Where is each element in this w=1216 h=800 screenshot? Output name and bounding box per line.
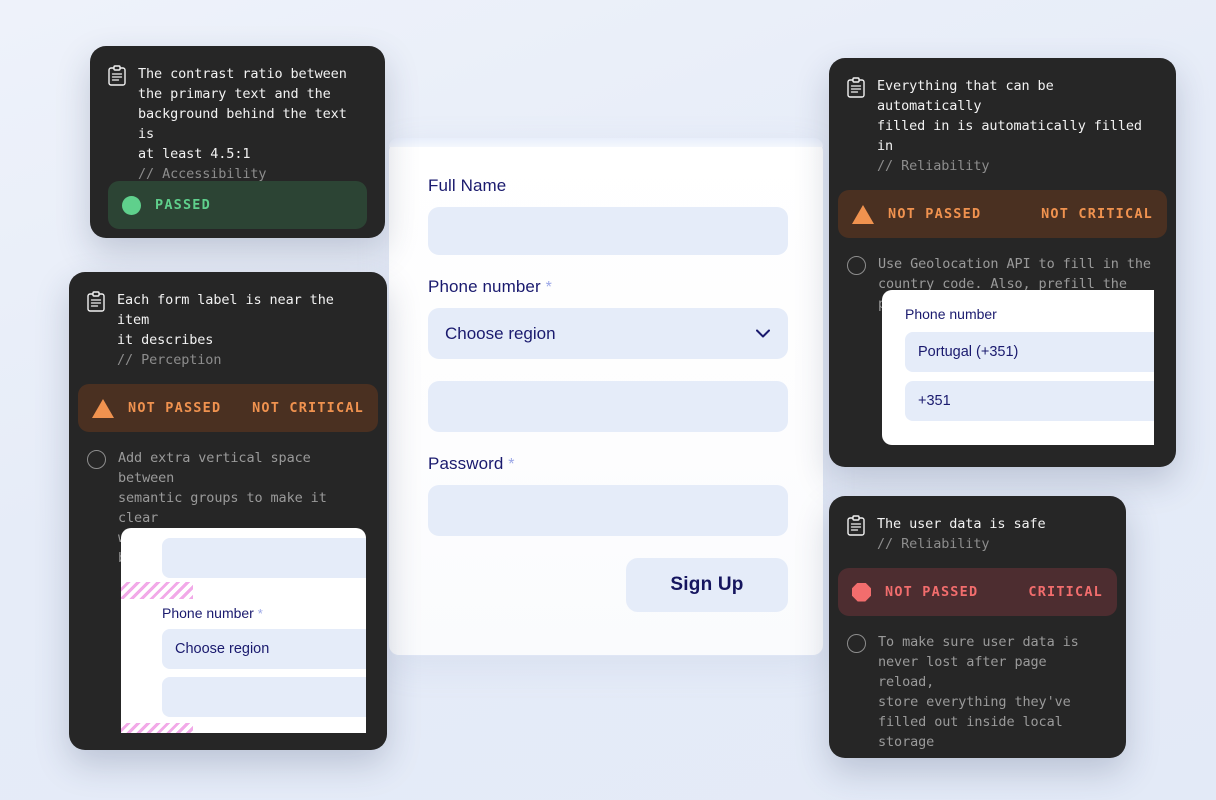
spacing-hatch-marker <box>121 723 193 733</box>
preview-phone-label-text: Phone number <box>162 605 254 621</box>
criticality-label: CRITICAL <box>1028 584 1103 600</box>
card-text: The user data is safe // Reliability <box>877 514 1046 554</box>
octagon-icon <box>852 582 871 602</box>
chevron-down-icon <box>756 329 770 338</box>
sign-up-button[interactable]: Sign Up <box>626 558 788 612</box>
card-header: Each form label is near the item it desc… <box>69 272 387 384</box>
status-label: NOT PASSED <box>128 400 222 416</box>
signup-form-panel: Full Name Phone number * Choose region P… <box>389 138 823 656</box>
preview-phone-label: Phone number <box>905 306 997 322</box>
card-text: Everything that can be automatically fil… <box>877 76 1158 176</box>
triangle-warning-icon <box>92 398 114 418</box>
card-category: // Reliability <box>877 158 990 174</box>
circle-icon <box>122 195 141 215</box>
preview-region-row: Choose region <box>121 621 366 669</box>
triangle-warning-icon <box>852 204 874 224</box>
phone-number-label-text: Phone number <box>428 277 541 296</box>
status-label: PASSED <box>155 197 211 213</box>
status-badge-not-passed[interactable]: NOT PASSED NOT CRITICAL <box>838 190 1167 238</box>
region-select[interactable]: Choose region <box>428 308 788 359</box>
preview-country-code-value: +351 <box>918 393 951 409</box>
preview-region-select[interactable]: Choose region <box>162 629 366 669</box>
canvas: Full Name Phone number * Choose region P… <box>0 0 1216 800</box>
card-category: // Perception <box>117 352 222 368</box>
password-label-text: Password <box>428 454 504 473</box>
spacing-hatch-marker <box>121 582 193 599</box>
card-header: The user data is safe // Reliability <box>829 496 1126 568</box>
full-name-label: Full Name <box>428 176 788 196</box>
card-title: Everything that can be automatically fil… <box>877 78 1142 154</box>
perception-form-preview: Phone number * Choose region Password * <box>121 528 366 733</box>
status-label: NOT PASSED <box>885 584 979 600</box>
clipboard-icon <box>847 515 865 554</box>
preview-country-code-box[interactable]: +351 <box>905 381 1154 421</box>
card-title: The user data is safe <box>877 516 1046 532</box>
clipboard-icon <box>87 291 105 370</box>
preview-phone-label-row: Phone number * <box>121 599 366 621</box>
form-fields: Full Name Phone number * Choose region P… <box>428 176 788 612</box>
badge-left: NOT PASSED <box>852 582 979 602</box>
required-asterisk: * <box>257 606 263 621</box>
preview-input-blank[interactable] <box>162 677 366 717</box>
status-label: NOT PASSED <box>888 206 982 222</box>
card-title: The contrast ratio between the primary t… <box>138 66 347 162</box>
region-select-value: Choose region <box>445 323 556 343</box>
phone-prefill-preview: Phone number Portugal (+351) +351 <box>882 290 1154 445</box>
rule-card-accessibility: The contrast ratio between the primary t… <box>90 46 385 238</box>
card-title: Each form label is near the item it desc… <box>117 292 334 348</box>
badge-left: NOT PASSED <box>852 204 982 224</box>
required-asterisk: * <box>508 456 515 473</box>
card-text: The contrast ratio between the primary t… <box>138 64 367 184</box>
required-asterisk: * <box>545 279 552 296</box>
preview-input-blank-top[interactable] <box>162 538 366 578</box>
preview-region-value-box[interactable]: Portugal (+351) <box>905 332 1154 372</box>
card-text: Each form label is near the item it desc… <box>117 290 369 370</box>
criticality-label: NOT CRITICAL <box>1041 206 1153 222</box>
clipboard-icon <box>847 77 865 176</box>
circle-outline-icon[interactable] <box>87 450 106 469</box>
criticality-label: NOT CRITICAL <box>252 400 364 416</box>
badge-left: NOT PASSED <box>92 398 222 418</box>
password-label: Password * <box>428 454 788 474</box>
preview-blank-row <box>121 669 366 717</box>
password-input[interactable] <box>428 485 788 536</box>
clipboard-icon <box>108 65 126 184</box>
status-badge-not-passed[interactable]: NOT PASSED NOT CRITICAL <box>78 384 378 432</box>
circle-outline-icon[interactable] <box>847 256 866 275</box>
status-badge-critical[interactable]: NOT PASSED CRITICAL <box>838 568 1117 616</box>
phone-number-input[interactable] <box>428 381 788 432</box>
panel-top-strip <box>389 138 823 147</box>
status-badge-passed[interactable]: PASSED <box>108 181 367 229</box>
preview-region-value: Portugal (+351) <box>918 344 1019 360</box>
card-header: The contrast ratio between the primary t… <box>90 46 385 198</box>
card-header: Everything that can be automatically fil… <box>829 58 1176 190</box>
rule-card-reliability-storage: The user data is safe // Reliability NOT… <box>829 496 1126 758</box>
recommendation-text: To make sure user data is never lost aft… <box>878 634 1079 750</box>
preview-phone-label: Phone number * <box>162 605 366 621</box>
recommendation: To make sure user data is never lost aft… <box>829 616 1126 758</box>
preview-region-value: Choose region <box>175 641 270 657</box>
submit-row: Sign Up <box>428 558 788 612</box>
full-name-label-text: Full Name <box>428 176 507 195</box>
badge-left: PASSED <box>122 195 211 215</box>
card-category: // Reliability <box>877 536 990 552</box>
full-name-input[interactable] <box>428 207 788 255</box>
circle-outline-icon[interactable] <box>847 634 866 653</box>
preview-top-input-row <box>121 528 366 578</box>
phone-number-label: Phone number * <box>428 277 788 297</box>
